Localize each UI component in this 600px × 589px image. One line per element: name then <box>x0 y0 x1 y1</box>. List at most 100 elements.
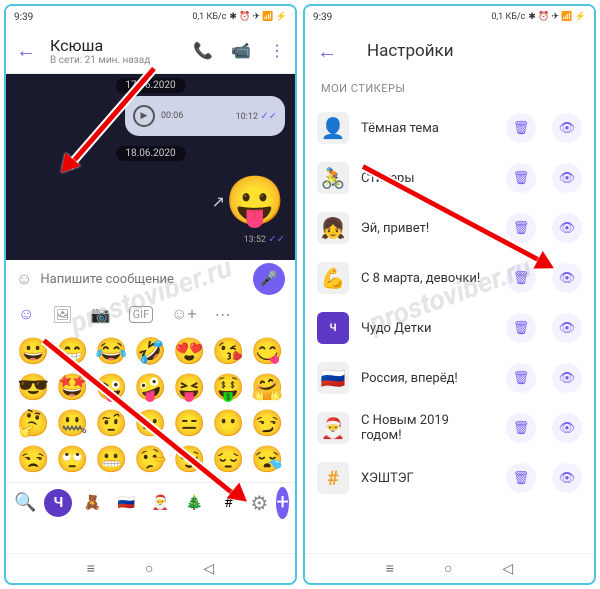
sticker-thumb: 👧 <box>317 212 349 244</box>
gallery-icon[interactable]: 🖼 <box>52 305 72 324</box>
back-icon[interactable]: ← <box>317 39 337 64</box>
delete-icon[interactable]: 🗑 <box>506 413 536 443</box>
play-icon[interactable]: ▶ <box>133 105 155 127</box>
sticker-thumb: Ч <box>317 312 349 344</box>
sticker-tab[interactable]: 🎄 <box>180 489 208 517</box>
settings-header: ← Настройки <box>305 28 594 74</box>
sticker-row[interactable]: ЧЧудо Детки🗑👁 <box>305 303 594 353</box>
emoji[interactable]: 😎 <box>16 372 51 404</box>
call-icon[interactable]: 📞 <box>193 41 213 60</box>
voice-message[interactable]: ▶ 00:06 10:12 ✓✓ <box>125 96 285 136</box>
emoji[interactable]: 😒 <box>16 444 51 476</box>
emoji[interactable]: 😝 <box>172 372 207 404</box>
smiley-icon[interactable]: ☺ <box>16 269 32 289</box>
sticker-thumb: 👤 <box>317 112 349 144</box>
status-time: 9:39 <box>14 12 33 23</box>
message-input[interactable] <box>40 272 245 287</box>
emoji[interactable]: 🤑 <box>211 372 246 404</box>
sticker-row[interactable]: 👤Тёмная тема🗑👁 <box>305 103 594 153</box>
emoji[interactable]: 😔 <box>211 444 246 476</box>
delete-icon[interactable]: 🗑 <box>506 463 536 493</box>
delete-icon[interactable]: 🗑 <box>506 213 536 243</box>
emoji[interactable]: 😬 <box>94 444 129 476</box>
delete-icon[interactable]: 🗑 <box>506 363 536 393</box>
emoji[interactable]: 😑 <box>172 408 207 440</box>
delete-icon[interactable]: 🗑 <box>506 163 536 193</box>
delete-icon[interactable]: 🗑 <box>506 263 536 293</box>
emoji[interactable]: 😋 <box>250 336 285 368</box>
nav-home-icon[interactable]: ○ <box>444 560 452 577</box>
emoji[interactable]: 😂 <box>94 336 129 368</box>
visibility-icon[interactable]: 👁 <box>552 113 582 143</box>
visibility-icon[interactable]: 👁 <box>552 313 582 343</box>
visibility-icon[interactable]: 👁 <box>552 263 582 293</box>
sticker-row[interactable]: 💪С 8 марта, девочки!🗑👁 <box>305 253 594 303</box>
chat-name: Ксюша <box>50 36 193 55</box>
emoji[interactable]: 😪 <box>250 444 285 476</box>
sticker-tab[interactable]: 🧸 <box>78 489 106 517</box>
emoji[interactable]: 😁 <box>55 336 90 368</box>
sticker-tab[interactable]: 🇷🇺 <box>112 489 140 517</box>
emoji[interactable]: 🤣 <box>133 336 168 368</box>
visibility-icon[interactable]: 👁 <box>552 463 582 493</box>
video-icon[interactable]: 📹 <box>231 41 251 60</box>
camera-icon[interactable]: 📷 <box>91 305 111 324</box>
emoji[interactable]: 😏 <box>250 408 285 440</box>
sticker-row[interactable]: 👧Эй, привет!🗑👁 <box>305 203 594 253</box>
nav-menu-icon[interactable]: ≡ <box>87 560 95 577</box>
gear-icon[interactable]: ⚙ <box>250 491 268 515</box>
visibility-icon[interactable]: 👁 <box>552 213 582 243</box>
sticker-tab[interactable]: # <box>214 489 242 517</box>
delete-icon[interactable]: 🗑 <box>506 113 536 143</box>
emoji[interactable]: 🤔 <box>16 408 51 440</box>
nav-back-icon[interactable]: ◁ <box>502 561 513 577</box>
sticker-tool-icon[interactable]: ☺ <box>18 304 34 324</box>
emoji[interactable]: 🙄 <box>55 444 90 476</box>
date-chip: 18.06.2020 <box>115 146 185 161</box>
gif-icon[interactable]: GIF <box>129 306 154 323</box>
nav-menu-icon[interactable]: ≡ <box>386 560 394 577</box>
section-label: МОИ СТИКЕРЫ <box>305 74 594 103</box>
visibility-icon[interactable]: 👁 <box>552 413 582 443</box>
nav-back-icon[interactable]: ◁ <box>203 561 214 577</box>
more-tools-icon[interactable]: ⋯ <box>215 305 231 324</box>
emoji[interactable]: 😍 <box>172 336 207 368</box>
sticker-thumb: 💪 <box>317 262 349 294</box>
emoji[interactable]: 🤗 <box>250 372 285 404</box>
sticker-row[interactable]: 🚴Стикеры🗑👁 <box>305 153 594 203</box>
sticker-name: Стикеры <box>361 171 490 186</box>
nav-home-icon[interactable]: ○ <box>145 560 153 577</box>
emoji[interactable]: 😶 <box>211 408 246 440</box>
visibility-icon[interactable]: 👁 <box>552 163 582 193</box>
visibility-icon[interactable]: 👁 <box>552 363 582 393</box>
sticker-row[interactable]: 🎅С Новым 2019 годом!🗑👁 <box>305 403 594 453</box>
sticker-tab[interactable]: Ч <box>44 489 72 517</box>
sticker-row[interactable]: 🇷🇺Россия, вперёд!🗑👁 <box>305 353 594 403</box>
share-icon[interactable]: ↗ <box>104 106 117 125</box>
sticker-row[interactable]: #ХЭШТЭГ🗑👁 <box>305 453 594 503</box>
emoji[interactable]: 🤐 <box>55 408 90 440</box>
emoji[interactable]: 🤥 <box>133 444 168 476</box>
emoji[interactable]: 😐 <box>133 408 168 440</box>
emoji[interactable]: 🤨 <box>94 408 129 440</box>
sticker-message[interactable]: 😛 <box>225 172 285 229</box>
chat-body[interactable]: 17.06.2020 ▶ 00:06 10:12 ✓✓ ↗ 18.06.2020… <box>6 74 295 260</box>
search-icon[interactable]: 🔍 <box>14 492 36 513</box>
back-icon[interactable]: ← <box>16 38 36 63</box>
mention-icon[interactable]: ☺+ <box>171 304 196 324</box>
page-title: Настройки <box>367 41 454 61</box>
add-stickers-button[interactable]: + <box>276 487 288 519</box>
sticker-tab[interactable]: 🎅 <box>146 489 174 517</box>
emoji[interactable]: 🤩 <box>55 372 90 404</box>
share-icon[interactable]: ↗ <box>212 192 225 211</box>
emoji[interactable]: 😌 <box>172 444 207 476</box>
sticker-thumb: 🎅 <box>317 412 349 444</box>
emoji[interactable]: 😀 <box>16 336 51 368</box>
emoji[interactable]: 🤪 <box>133 372 168 404</box>
delete-icon[interactable]: 🗑 <box>506 313 536 343</box>
more-icon[interactable]: ⋮ <box>269 41 285 60</box>
mic-button[interactable]: 🎤 <box>253 263 285 295</box>
emoji[interactable]: 😘 <box>211 336 246 368</box>
emoji[interactable]: 😜 <box>94 372 129 404</box>
sticker-thumb: # <box>317 462 349 494</box>
